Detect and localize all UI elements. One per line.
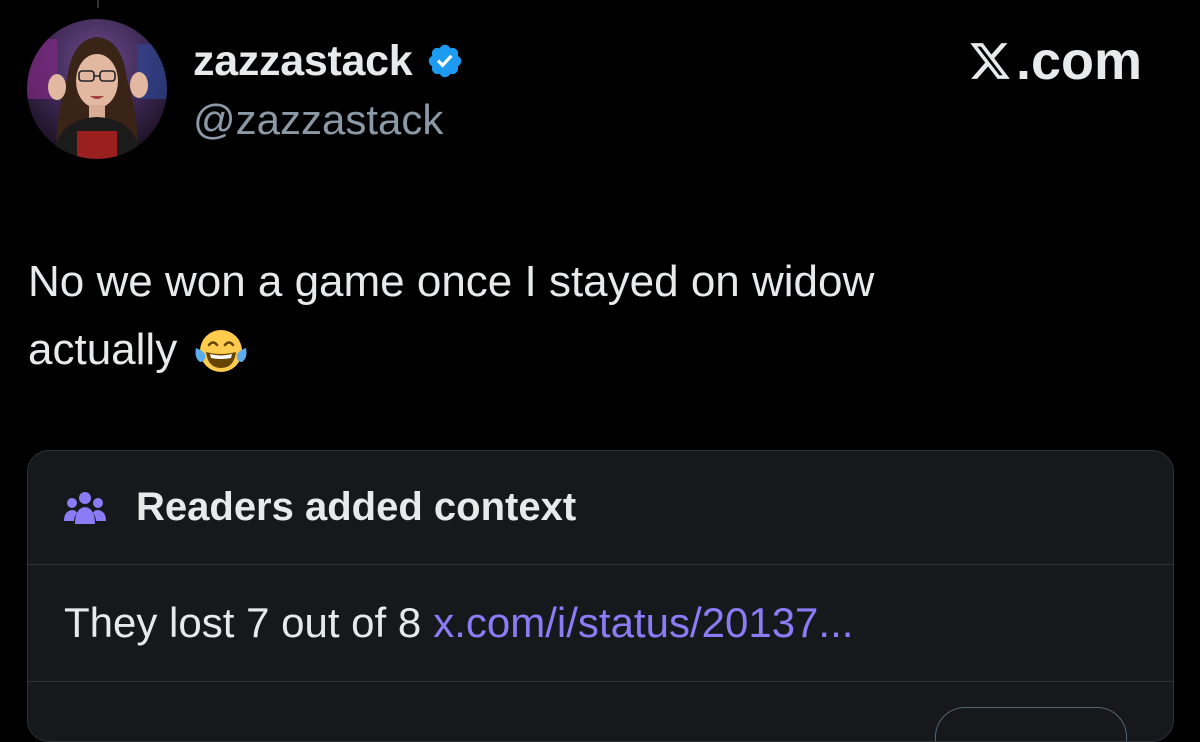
face-with-tears-of-joy-icon bbox=[195, 330, 247, 372]
author-name-row[interactable]: zazzastack bbox=[193, 36, 464, 86]
community-note-card[interactable]: Readers added context They lost 7 out of… bbox=[27, 450, 1174, 742]
community-note-footer-button[interactable] bbox=[935, 707, 1127, 741]
thread-connector-line bbox=[97, 0, 99, 8]
avatar-image bbox=[27, 19, 167, 159]
brand-suffix: .com bbox=[1015, 31, 1142, 91]
verified-badge-icon bbox=[429, 44, 462, 78]
people-icon bbox=[64, 491, 106, 524]
x-logo-icon bbox=[970, 43, 1010, 79]
community-note-title: Readers added context bbox=[136, 485, 577, 529]
user-handle[interactable]: @zazzastack bbox=[193, 96, 443, 144]
brand-logo: .com bbox=[967, 30, 1142, 92]
post-text-line: actually bbox=[28, 316, 1168, 384]
post-text-line: No we won a game once I stayed on widow bbox=[28, 257, 875, 306]
post-text: No we won a game once I stayed on widow … bbox=[28, 248, 1168, 384]
post-text-fragment: actually bbox=[28, 325, 178, 374]
community-note-link[interactable]: x.com/i/status/20137... bbox=[433, 599, 853, 647]
community-note-header: Readers added context bbox=[28, 451, 1173, 565]
display-name[interactable]: zazzastack bbox=[193, 37, 413, 86]
community-note-body: They lost 7 out of 8 x.com/i/status/2013… bbox=[28, 565, 1173, 682]
avatar[interactable] bbox=[27, 19, 167, 159]
community-note-text: They lost 7 out of 8 bbox=[64, 599, 422, 646]
